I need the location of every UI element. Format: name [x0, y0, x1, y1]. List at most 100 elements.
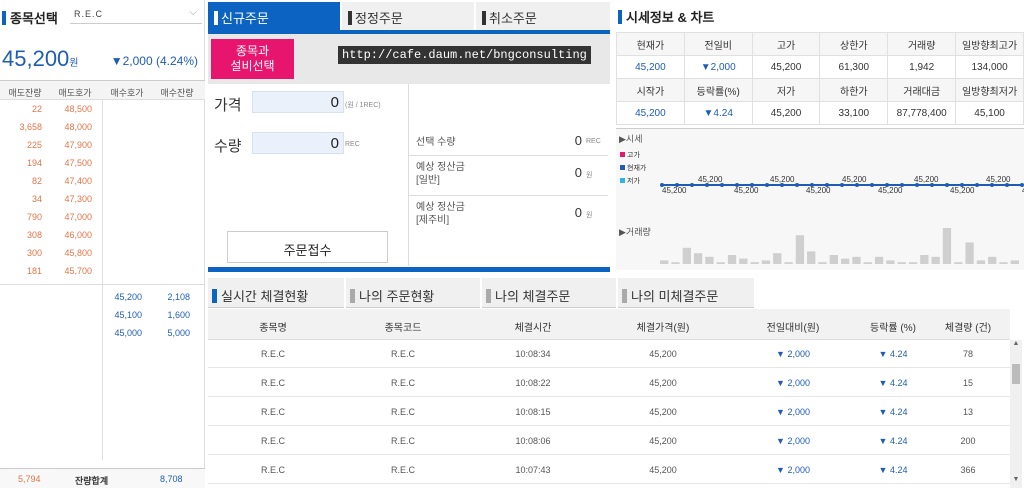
bid-qty: 2,108 [167, 292, 190, 302]
volume-bar [795, 235, 805, 264]
est-settlement-jeju: 예상 정산금 [제주비] [416, 202, 465, 226]
est-settlement-normal-value: 0 [574, 165, 582, 180]
trade-qty: 366 [960, 465, 976, 475]
price-point [690, 183, 694, 187]
ask-row[interactable]: 790 47,000 [0, 208, 205, 226]
trade-price: 45,200 [649, 465, 677, 475]
tab-realtime-trades[interactable]: 실시간 체결현황 [208, 278, 344, 308]
tab-modify-order[interactable]: 정정주문 [342, 2, 474, 30]
bid-row[interactable]: 45,000 5,000 [0, 324, 205, 342]
price-input[interactable]: 0 [252, 91, 344, 113]
price-point-label: 45,200 [770, 175, 795, 184]
ask-row[interactable]: 308 46,000 [0, 226, 205, 244]
trade-name: R.E.C [260, 407, 285, 417]
tab-new-order[interactable]: 신규주문 [208, 2, 340, 30]
tab-my-filled[interactable]: 나의 체결주문 [482, 278, 616, 308]
trade-diff: ▼ 2,000 [776, 378, 810, 388]
volume-bar [829, 255, 838, 264]
select-stock-button[interactable]: 종목과 설비선택 [211, 39, 294, 79]
price-point-label: 45,200 [734, 186, 759, 195]
trade-price: 45,200 [649, 407, 677, 417]
scroll-thumb[interactable] [1012, 364, 1020, 384]
price-point [945, 183, 949, 187]
bid-row[interactable]: 45,100 1,600 [0, 306, 205, 324]
ask-row[interactable]: 225 47,900 [0, 136, 205, 154]
trade-name: R.E.C [260, 378, 285, 388]
trades-header-cell: 등락률 (%) [870, 323, 916, 334]
trade-qty: 13 [962, 407, 973, 417]
ask-price: 48,500 [64, 104, 92, 114]
trade-time: 10:08:22 [515, 378, 551, 388]
trade-row[interactable]: R.E.C R.E.C 10:08:22 45,200 ▼ 2,000 ▼ 4.24 15 [208, 369, 1010, 397]
bid-row[interactable]: 45,200 2,108 [0, 288, 205, 306]
submit-order-button[interactable]: 주문접수 [227, 231, 388, 263]
qty-input[interactable]: 0 [252, 132, 344, 154]
order-book-panel: 종목선택 R.E.C ⌵ 45,200원 ▼2,000 (4.24%) 매도잔량… [0, 0, 205, 488]
scrollbar[interactable]: ▲ ▼ [1010, 340, 1022, 488]
selected-qty-unit: REC [586, 138, 601, 145]
mk-value-cell: 1,942 [887, 55, 957, 79]
mk-header-cell: 전일비 [683, 32, 753, 56]
trade-code: R.E.C [390, 407, 415, 417]
stock-select-dropdown[interactable]: R.E.C ⌵ [70, 6, 202, 24]
trade-row[interactable]: R.E.C R.E.C 10:08:06 45,200 ▼ 2,000 ▼ 4.24 200 [208, 427, 1010, 455]
tab-my-unfilled[interactable]: 나의 미체결주문 [618, 278, 754, 308]
trade-rate: ▼ 4.24 [878, 349, 908, 359]
trade-diff: ▼ 2,000 [776, 465, 810, 475]
mk-header-cell: 일방향최고가 [955, 32, 1024, 56]
scroll-down-icon[interactable]: ▼ [1010, 476, 1022, 488]
price-point-label: 45,200 [878, 186, 903, 195]
trade-row[interactable]: R.E.C R.E.C 10:08:34 45,200 ▼ 2,000 ▼ 4.24 78 [208, 340, 1010, 368]
volume-bar [1010, 260, 1019, 264]
trade-time: 10:07:43 [515, 465, 551, 475]
mk-header-cell: 거래대금 [887, 78, 957, 102]
trade-row[interactable]: R.E.C R.E.C 10:07:43 45,200 ▼ 2,000 ▼ 4.24 366 [208, 456, 1010, 484]
bid-price: 45,000 [114, 328, 142, 338]
ask-row[interactable]: 300 45,800 [0, 244, 205, 262]
volume-bar [942, 228, 952, 264]
volume-bar [954, 262, 963, 264]
ask-qty: 300 [26, 248, 42, 258]
order-book-total: 5,794 잔량합계 8,708 [0, 468, 205, 488]
ask-row[interactable]: 194 47,500 [0, 154, 205, 172]
ask-row[interactable]: 34 47,300 [0, 190, 205, 208]
ask-price: 46,000 [64, 230, 92, 240]
price-label: 가격 [214, 97, 242, 114]
trades-header-cell: 체결시간 [514, 323, 552, 334]
price-point-label: 45,200 [950, 186, 975, 195]
price-point-label: 45,200 [842, 175, 867, 184]
volume-bar [671, 262, 680, 264]
bid-price: 45,100 [114, 310, 142, 320]
order-panel: 신규주문 정정주문 취소주문 종목과 설비선택 http://cafe.daum… [208, 0, 610, 272]
scroll-up-icon[interactable]: ▲ [1010, 340, 1022, 352]
mk-value-cell: 87,778,400 [887, 101, 957, 125]
tab-my-orders[interactable]: 나의 주문현황 [346, 278, 480, 308]
ask-row[interactable]: 22 48,500 [0, 100, 205, 118]
volume-bar [660, 260, 669, 264]
trade-qty: 200 [960, 436, 976, 446]
price-unit: (원 / 1REC) [345, 102, 381, 109]
trade-name: R.E.C [260, 465, 285, 475]
volume-bar [682, 247, 691, 264]
trade-code: R.E.C [390, 465, 415, 475]
ask-qty: 308 [26, 230, 42, 240]
current-price: 45,200원 [2, 46, 79, 71]
header-bid-price: 매수호가 [110, 88, 144, 98]
trades-header-cell: 전일대비(원) [766, 323, 820, 334]
ask-qty: 3,658 [19, 122, 42, 132]
volume-bar [999, 262, 1008, 264]
volume-bar [897, 262, 906, 264]
volume-bar [716, 262, 725, 264]
ask-row[interactable]: 3,658 48,000 [0, 118, 205, 136]
market-info-panel: 시세정보 & 차트 현재가 전일비 고가 상한가 거래량 일방향최고가 45,200 ▼2,… [616, 0, 1024, 272]
tab-cancel-order[interactable]: 취소주문 [476, 2, 610, 30]
mk-value-cell: 45,200 [616, 55, 685, 79]
ask-row[interactable]: 82 47,400 [0, 172, 205, 190]
volume-bar [965, 242, 974, 264]
chevron-down-icon: ⌵ [189, 7, 198, 18]
volume-bar [727, 255, 737, 264]
trade-name: R.E.C [260, 349, 285, 359]
trade-price: 45,200 [649, 378, 677, 388]
trade-row[interactable]: R.E.C R.E.C 10:08:15 45,200 ▼ 2,000 ▼ 4.24 13 [208, 398, 1010, 426]
ask-row[interactable]: 181 45,700 [0, 262, 205, 280]
